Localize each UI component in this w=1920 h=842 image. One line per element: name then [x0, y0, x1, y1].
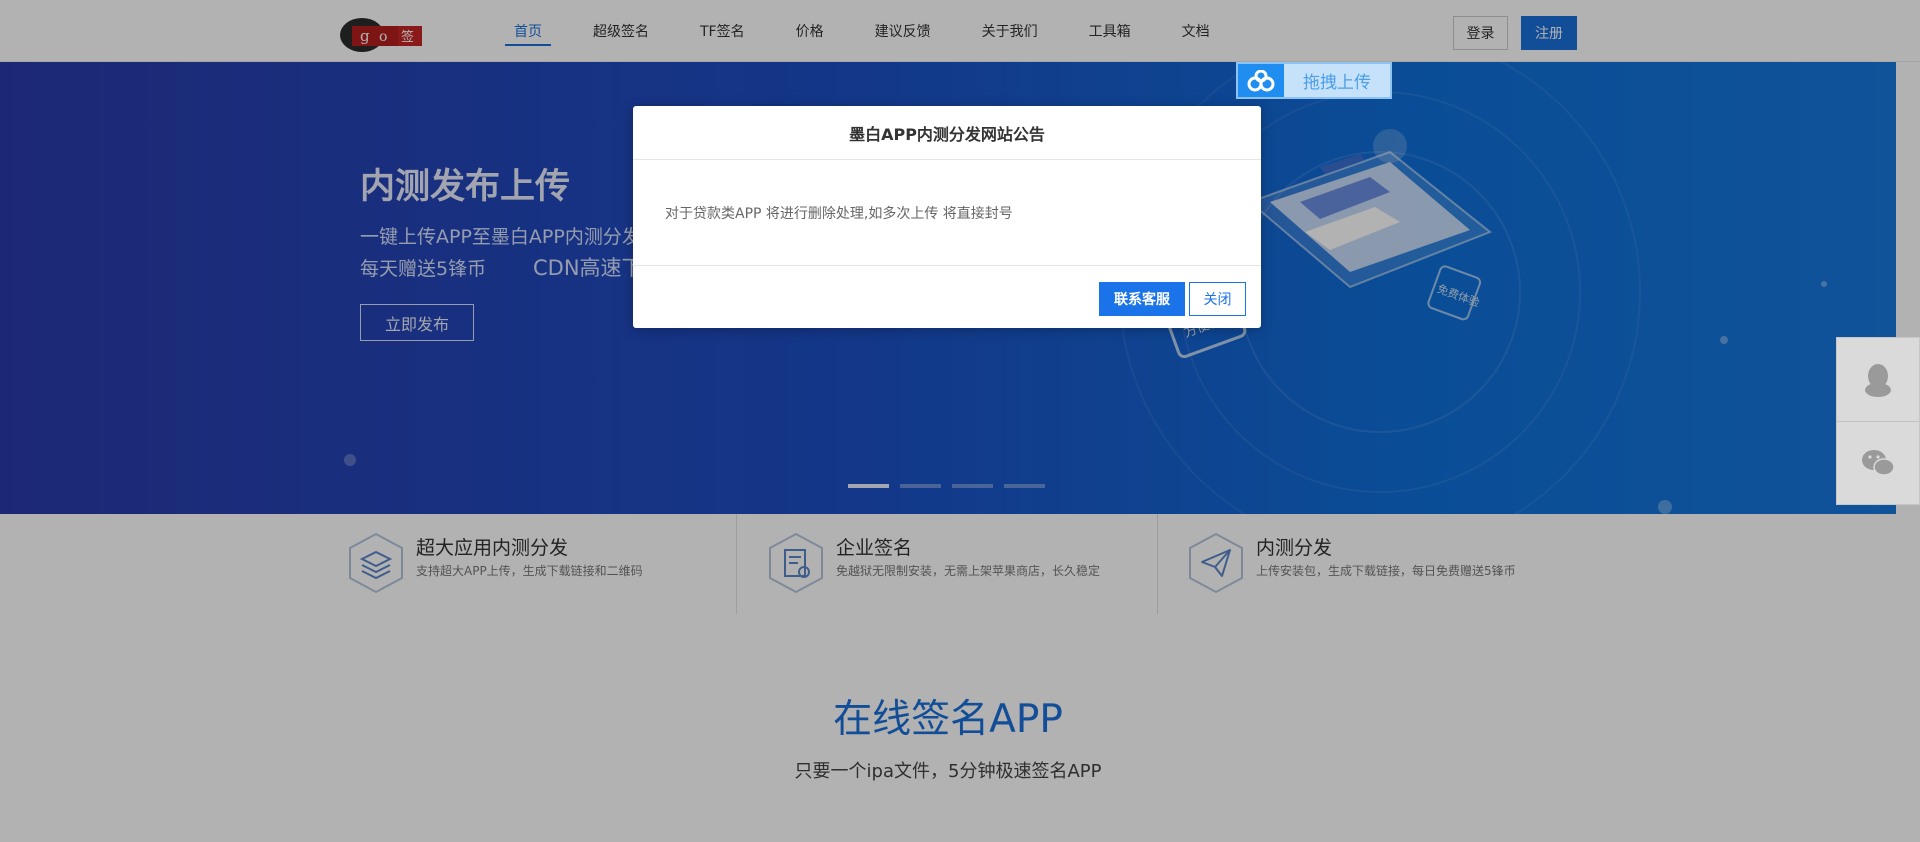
wechat-contact[interactable]: [1837, 421, 1919, 504]
qq-icon: [1865, 363, 1891, 397]
baidu-cloud-icon: [1238, 64, 1284, 97]
contact-support-button[interactable]: 联系客服: [1099, 282, 1185, 316]
modal-footer: 联系客服 关闭: [633, 266, 1261, 328]
wechat-icon: [1862, 450, 1895, 476]
drag-upload-badge[interactable]: 拖拽上传: [1236, 62, 1392, 99]
modal-title: 墨白APP内测分发网站公告: [633, 106, 1261, 160]
side-contact-panel: [1836, 337, 1920, 505]
drag-upload-label: 拖拽上传: [1303, 73, 1371, 93]
announcement-modal: 墨白APP内测分发网站公告 对于贷款类APP 将进行删除处理,如多次上传 将直接…: [633, 106, 1261, 328]
close-button[interactable]: 关闭: [1189, 282, 1246, 316]
modal-message: 对于贷款类APP 将进行删除处理,如多次上传 将直接封号: [633, 160, 1261, 266]
qq-contact[interactable]: [1837, 338, 1919, 421]
